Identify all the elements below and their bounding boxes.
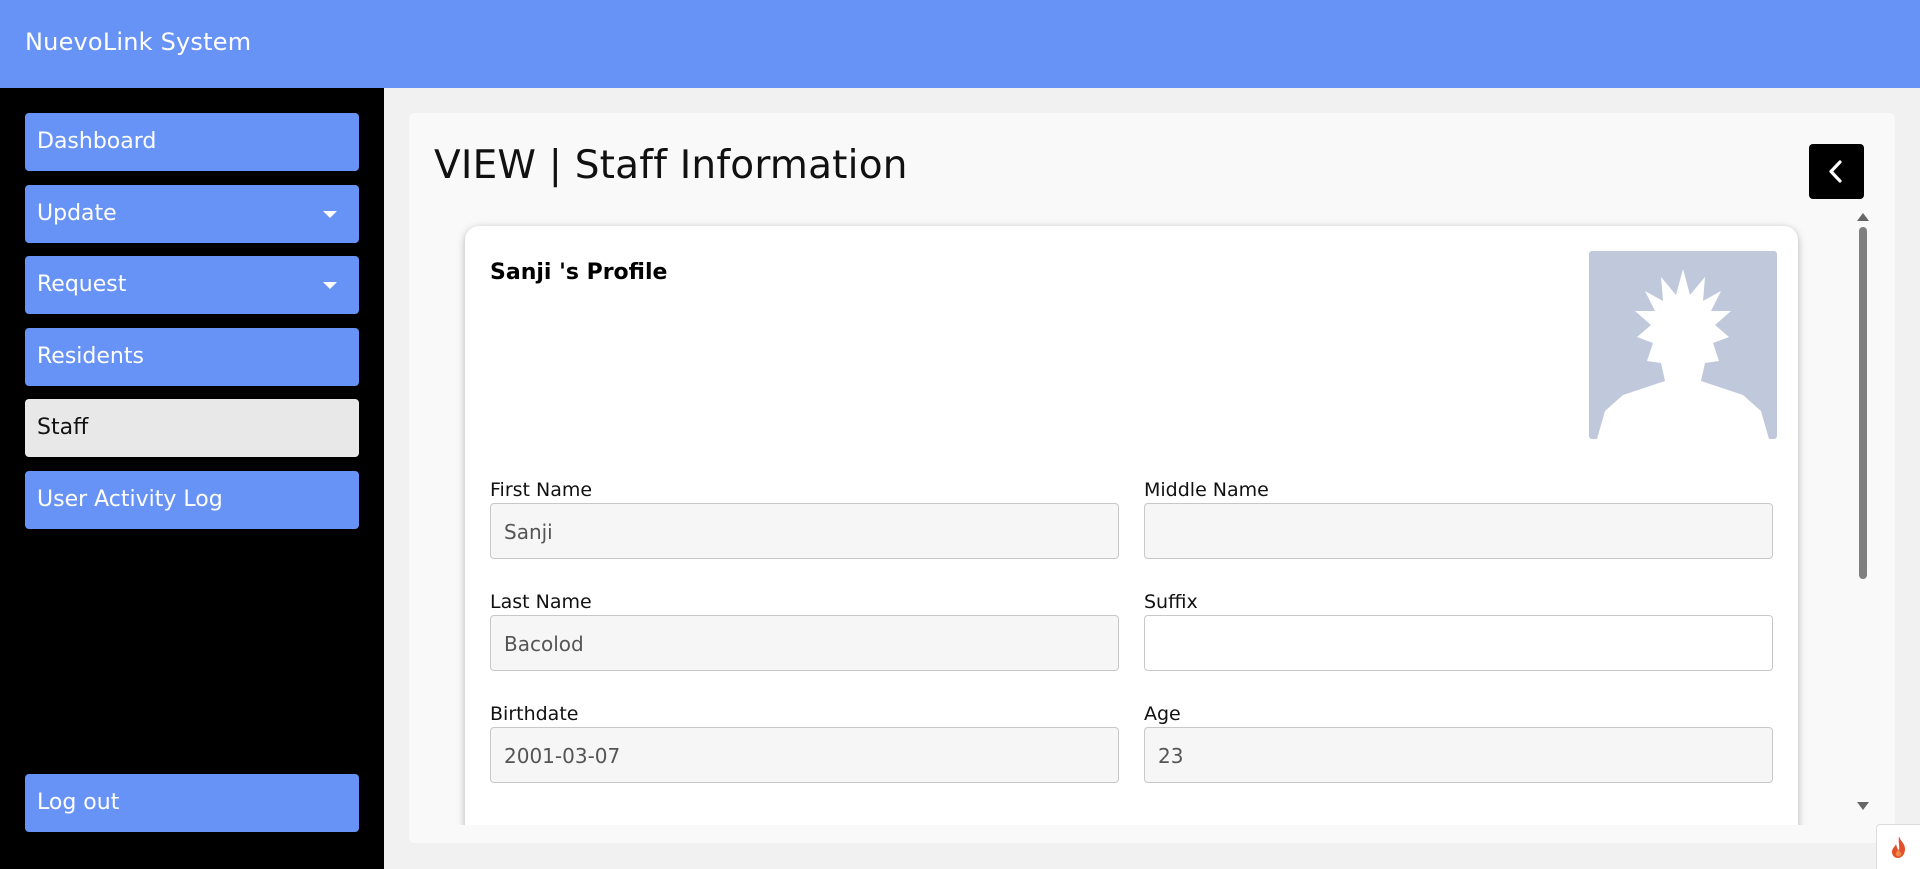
age-group: Age 23 — [1144, 701, 1773, 783]
age-label: Age — [1144, 703, 1181, 725]
profile-scroll-area[interactable]: Sanji 's Profile First Name Sanji Middle… — [409, 213, 1895, 825]
middle-name-group: Middle Name — [1144, 477, 1773, 559]
caret-down-icon — [323, 211, 337, 218]
logout-label: Log out — [37, 790, 120, 815]
middle-name-field[interactable] — [1144, 503, 1773, 559]
top-header: NuevoLink System — [0, 0, 1920, 88]
sidebar-item-update[interactable]: Update — [25, 185, 359, 243]
middle-name-label: Middle Name — [1144, 479, 1269, 501]
first-name-group: First Name Sanji — [490, 477, 1119, 559]
chevron-left-icon — [1829, 160, 1842, 183]
sidebar-item-label: User Activity Log — [37, 487, 223, 512]
scroll-up-arrow-icon[interactable] — [1857, 213, 1869, 221]
profile-title: Sanji 's Profile — [490, 260, 668, 285]
sidebar-item-request[interactable]: Request — [25, 256, 359, 314]
profile-avatar — [1589, 251, 1777, 439]
page-title: VIEW | Staff Information — [434, 143, 908, 188]
last-name-group: Last Name Bacolod — [490, 589, 1119, 671]
sidebar-item-staff[interactable]: Staff — [25, 399, 359, 457]
sidebar-item-dashboard[interactable]: Dashboard — [25, 113, 359, 171]
sidebar-item-label: Dashboard — [37, 129, 157, 154]
sidebar-item-label: Update — [37, 201, 117, 226]
sidebar-item-label: Residents — [37, 344, 144, 369]
last-name-field[interactable]: Bacolod — [490, 615, 1119, 671]
user-silhouette-icon — [1597, 269, 1769, 439]
first-name-label: First Name — [490, 479, 593, 501]
scrollbar[interactable] — [1857, 213, 1869, 825]
birthdate-group: Birthdate 2001-03-07 — [490, 701, 1119, 783]
caret-down-icon — [323, 282, 337, 289]
sidebar-item-residents[interactable]: Residents — [25, 328, 359, 386]
scroll-thumb[interactable] — [1859, 227, 1867, 579]
flame-icon — [1892, 836, 1905, 858]
age-field[interactable]: 23 — [1144, 727, 1773, 783]
main-content: VIEW | Staff Information Sanji 's Profil… — [384, 88, 1920, 869]
first-name-field[interactable]: Sanji — [490, 503, 1119, 559]
suffix-group: Suffix — [1144, 589, 1773, 671]
sidebar-item-user-activity-log[interactable]: User Activity Log — [25, 471, 359, 529]
birthdate-label: Birthdate — [490, 703, 579, 725]
sidebar-item-label: Staff — [37, 415, 89, 440]
back-button[interactable] — [1809, 144, 1864, 199]
profile-card: Sanji 's Profile First Name Sanji Middle… — [465, 226, 1798, 825]
suffix-field[interactable] — [1144, 615, 1773, 671]
sidebar-item-label: Request — [37, 272, 127, 297]
logout-button[interactable]: Log out — [25, 774, 359, 832]
corner-badge[interactable] — [1876, 824, 1920, 869]
sidebar: Dashboard Update Request Residents Staff… — [0, 88, 384, 869]
app-title: NuevoLink System — [25, 28, 252, 56]
birthdate-field[interactable]: 2001-03-07 — [490, 727, 1119, 783]
content-panel: VIEW | Staff Information Sanji 's Profil… — [409, 113, 1895, 843]
scroll-down-arrow-icon[interactable] — [1857, 802, 1869, 810]
suffix-label: Suffix — [1144, 591, 1198, 613]
last-name-label: Last Name — [490, 591, 592, 613]
